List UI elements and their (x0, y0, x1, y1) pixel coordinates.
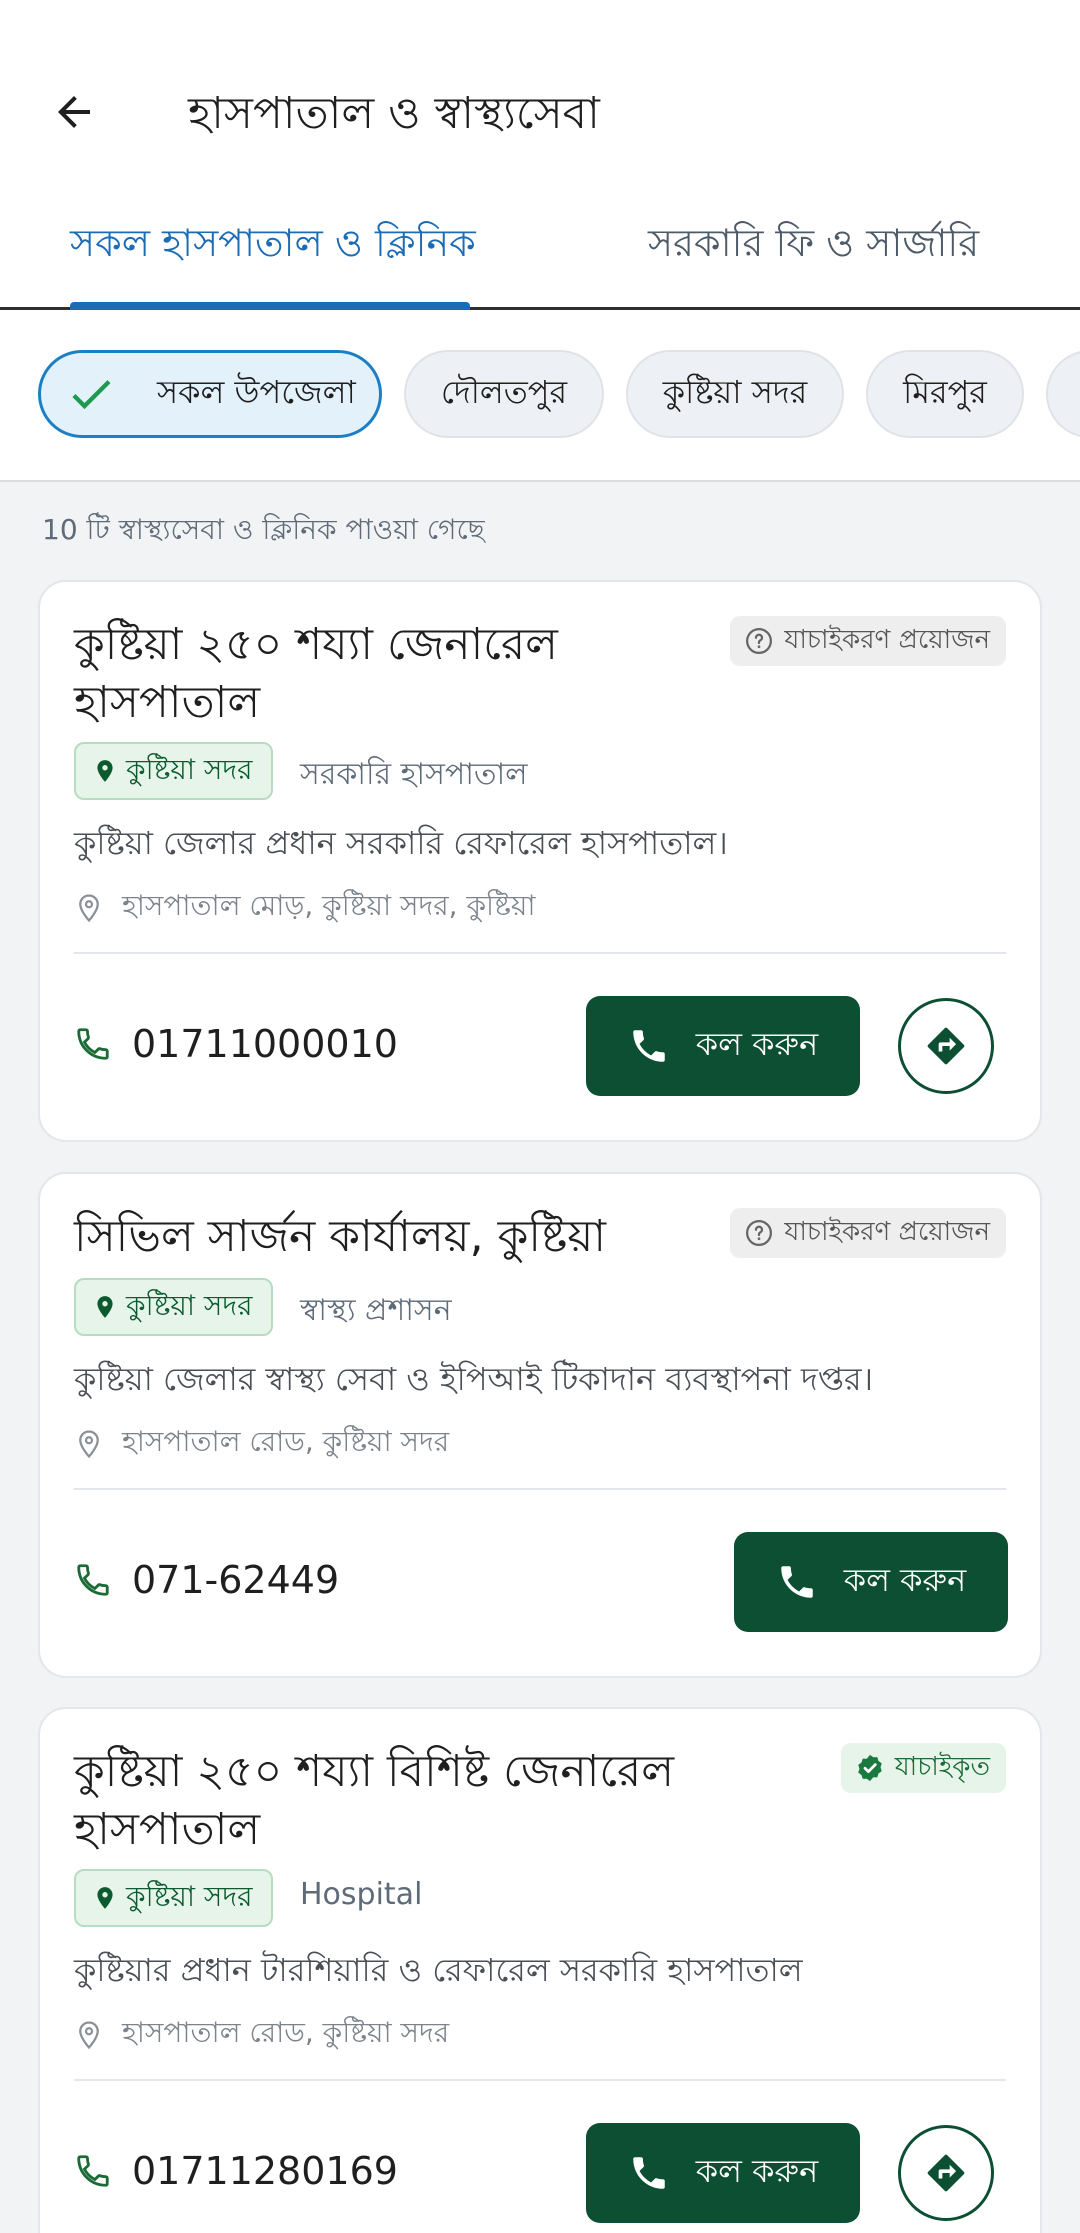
card-divider (74, 2079, 1006, 2081)
phone-number: 01711280169 (74, 2149, 398, 2193)
phone-icon (77, 1028, 109, 1060)
tab-bar: সকল হাসপাতাল ও ক্লিনিক সরকারি ফি ও সার্জ… (0, 172, 1080, 310)
badge-label: যাচাইকৃত (894, 1752, 990, 1782)
badge-label: যাচাইকরণ প্রয়োজন (784, 625, 990, 655)
facility-description: কুষ্টিয়া জেলার স্বাস্থ্য সেবা ও ইপিআই ট… (74, 1360, 874, 1398)
facility-card[interactable]: সিভিল সার্জন কার্যালয়, কুষ্টিয়া যাচাইক… (38, 1172, 1042, 1678)
facility-title: কুষ্টিয়া ২৫০ শয্যা জেনারেল হাসপাতাল (74, 619, 558, 728)
filter-chip-next[interactable] (1046, 350, 1080, 438)
help-circle-icon (746, 1220, 773, 1246)
location-chip: কুষ্টিয়া সদর (74, 742, 273, 800)
call-button[interactable]: কল করুন (734, 1532, 1008, 1632)
filter-chip-label: মিরপুর (903, 373, 987, 411)
verification-badge: যাচাইকরণ প্রয়োজন (730, 1208, 1006, 1258)
phone-icon (633, 2157, 665, 2189)
directions-button[interactable] (898, 998, 994, 1094)
location-chip: কুষ্টিয়া সদর (74, 1869, 273, 1927)
filter-chip-kushtia-sadar[interactable]: কুষ্টিয়া সদর (626, 350, 844, 438)
phone-number: 071-62449 (74, 1558, 339, 1602)
facility-card[interactable]: কুষ্টিয়া ২৫০ শয্যা জেনারেল হাসপাতাল যাচ… (38, 580, 1042, 1142)
facility-description: কুষ্টিয়া জেলার প্রধান সরকারি রেফারেল হা… (74, 824, 728, 862)
phone-label: 01711000010 (132, 1022, 398, 1066)
facility-address: হাসপাতাল রোড, কুষ্টিয়া সদর (74, 1420, 449, 1467)
location-chip: কুষ্টিয়া সদর (74, 1278, 273, 1336)
address-label: হাসপাতাল রোড, কুষ্টিয়া সদর (122, 1425, 450, 1458)
verification-badge: যাচাইকৃত (840, 1743, 1006, 1793)
badge-label: যাচাইকরণ প্রয়োজন (784, 1217, 990, 1247)
phone-icon (781, 1566, 813, 1598)
facility-category: সরকারি হাসপাতাল (300, 757, 528, 792)
location-label: কুষ্টিয়া সদর (126, 1879, 253, 1913)
phone-icon (77, 2155, 109, 2187)
address-label: হাসপাতাল রোড, কুষ্টিয়া সদর (122, 2016, 450, 2049)
filter-chip-label: কুষ্টিয়া সদর (662, 373, 808, 411)
facility-title: কুষ্টিয়া ২৫০ শয্যা বিশিষ্ট জেনারেল হাসপ… (74, 1746, 675, 1855)
filter-chip-label: সকল উপজেলা (157, 373, 356, 411)
phone-label: 01711280169 (132, 2149, 398, 2193)
result-count: 10 টি স্বাস্থ্যসেবা ও ক্লিনিক পাওয়া গেছ… (42, 513, 485, 546)
facility-category: Hospital (300, 1877, 423, 1912)
upazila-filter-bar: সকল উপজেলা দৌলতপুর কুষ্টিয়া সদর মিরপুর (0, 310, 1080, 482)
filter-chip-daulatpur[interactable]: দৌলতপুর (404, 350, 604, 438)
arrow-back-icon (58, 96, 90, 128)
card-divider (74, 1488, 1006, 1490)
filter-chip-mirpur[interactable]: মিরপুর (866, 350, 1024, 438)
phone-icon (633, 1030, 665, 1062)
facility-address: হাসপাতাল রোড, কুষ্টিয়া সদর (74, 2011, 449, 2058)
call-button-label: কল করুন (843, 1561, 967, 1599)
active-tab-indicator (70, 302, 470, 310)
tab-govt-fees[interactable]: সরকারি ফি ও সার্জারি (648, 214, 979, 278)
back-button[interactable] (30, 68, 118, 156)
phone-number: 01711000010 (74, 1022, 398, 1066)
phone-label: 071-62449 (132, 1558, 340, 1602)
call-button-label: কল করুন (695, 1025, 819, 1063)
call-button-label: কল করুন (695, 2152, 819, 2190)
location-pin-icon (97, 1887, 113, 1909)
call-button[interactable]: কল করুন (586, 996, 860, 1096)
directions-icon (927, 2154, 965, 2192)
location-outline-icon (79, 1429, 99, 1458)
tab-all-hospitals[interactable]: সকল হাসপাতাল ও ক্লিনিক (70, 214, 476, 278)
directions-button[interactable] (898, 2125, 994, 2221)
facility-title: সিভিল সার্জন কার্যালয়, কুষ্টিয়া (74, 1211, 606, 1262)
check-icon (72, 380, 111, 410)
facility-description: কুষ্টিয়ার প্রধান টারশিয়ারি ও রেফারেল স… (74, 1951, 803, 1989)
phone-icon (77, 1564, 109, 1596)
facility-category: স্বাস্থ্য প্রশাসন (300, 1293, 452, 1328)
filter-chip-label: দৌলতপুর (440, 373, 568, 411)
app-bar: হাসপাতাল ও স্বাস্থ্যসেবা (0, 0, 1080, 172)
location-pin-icon (97, 760, 113, 782)
location-label: কুষ্টিয়া সদর (126, 752, 253, 786)
page-title: হাসপাতাল ও স্বাস্থ্যসেবা (188, 88, 600, 139)
verified-icon (857, 1754, 882, 1782)
facility-card[interactable]: কুষ্টিয়া ২৫০ শয্যা বিশিষ্ট জেনারেল হাসপ… (38, 1707, 1042, 2233)
call-button[interactable]: কল করুন (586, 2123, 860, 2223)
location-outline-icon (79, 893, 99, 922)
location-outline-icon (79, 2020, 99, 2049)
directions-icon (927, 1027, 965, 1065)
card-divider (74, 952, 1006, 954)
filter-chip-all-upazila[interactable]: সকল উপজেলা (38, 350, 382, 438)
location-pin-icon (97, 1296, 113, 1318)
location-label: কুষ্টিয়া সদর (126, 1288, 253, 1322)
facility-address: হাসপাতাল মোড়, কুষ্টিয়া সদর, কুষ্টিয়া (74, 884, 535, 931)
address-label: হাসপাতাল মোড়, কুষ্টিয়া সদর, কুষ্টিয়া (122, 889, 536, 922)
verification-badge: যাচাইকরণ প্রয়োজন (730, 616, 1006, 666)
help-circle-icon (746, 628, 773, 654)
